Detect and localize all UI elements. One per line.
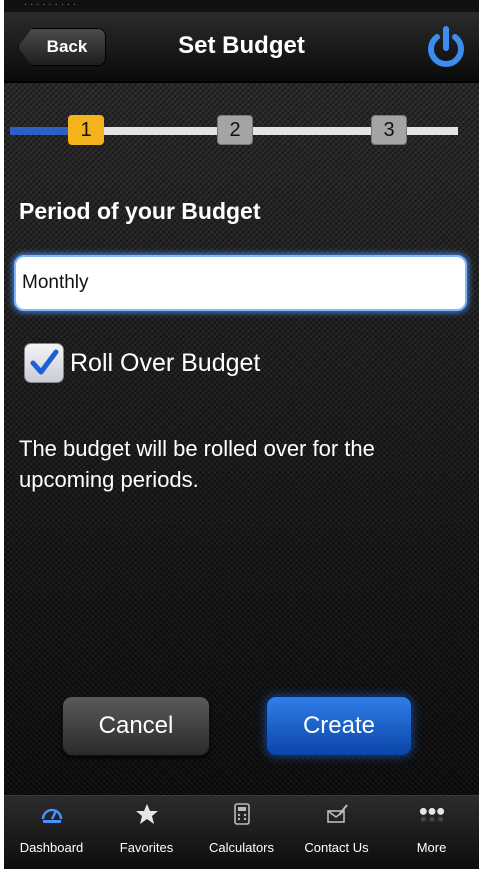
- more-icon: [419, 802, 445, 826]
- period-field[interactable]: Monthly: [14, 255, 467, 311]
- app-screen: · · · · · · · · · Back Set Budget 1 2 3: [4, 0, 479, 869]
- tab-favorites[interactable]: Favorites: [99, 796, 194, 869]
- cancel-button-label: Cancel: [98, 712, 174, 739]
- tab-dashboard[interactable]: Dashboard: [4, 796, 99, 869]
- period-section-label: Period of your Budget: [19, 198, 261, 224]
- tab-dashboard-label: Dashboard: [19, 840, 84, 855]
- status-bar-text: · · · · · · · · ·: [24, 0, 77, 10]
- navigation-bar: Back Set Budget: [4, 12, 479, 82]
- calculator-icon: [229, 802, 255, 826]
- tab-bar: Dashboard Favorites Calculators Contact …: [4, 795, 479, 869]
- tab-more-label: More: [416, 840, 447, 855]
- rollover-label: Roll Over Budget: [70, 348, 261, 377]
- progress-track-completed: [10, 127, 72, 135]
- create-button[interactable]: Create: [266, 696, 412, 756]
- tab-favorites-label: Favorites: [119, 840, 174, 855]
- tab-calculators-label: Calculators: [208, 840, 275, 855]
- step-progress: 1 2 3: [4, 111, 479, 151]
- contact-icon: [324, 802, 350, 826]
- step-3[interactable]: 3: [371, 115, 407, 145]
- star-icon: [134, 802, 160, 826]
- cancel-button[interactable]: Cancel: [62, 696, 210, 756]
- status-bar: · · · · · · · · ·: [4, 0, 479, 12]
- dashboard-icon: [39, 802, 65, 826]
- step-1-label: 1: [80, 118, 92, 141]
- power-icon[interactable]: [423, 26, 469, 72]
- tab-more[interactable]: More: [384, 796, 479, 869]
- page-title: Set Budget: [178, 32, 305, 59]
- tab-contact-us-label: Contact Us: [304, 840, 369, 855]
- checkmark-icon: [30, 349, 59, 375]
- rollover-info-text: The budget will be rolled over for the u…: [19, 436, 375, 492]
- step-2-label: 2: [229, 118, 241, 141]
- step-3-label: 3: [383, 118, 395, 141]
- tab-contact-us[interactable]: Contact Us: [289, 796, 384, 869]
- rollover-checkbox-row[interactable]: Roll Over Budget: [24, 341, 260, 385]
- step-1[interactable]: 1: [68, 115, 104, 145]
- tab-calculators[interactable]: Calculators: [194, 796, 289, 869]
- main-content: 1 2 3 Period of your Budget Monthly Roll…: [4, 83, 479, 795]
- rollover-checkbox[interactable]: [24, 343, 64, 383]
- create-button-label: Create: [302, 712, 376, 739]
- period-field-value: Monthly: [22, 272, 89, 293]
- step-2[interactable]: 2: [217, 115, 253, 145]
